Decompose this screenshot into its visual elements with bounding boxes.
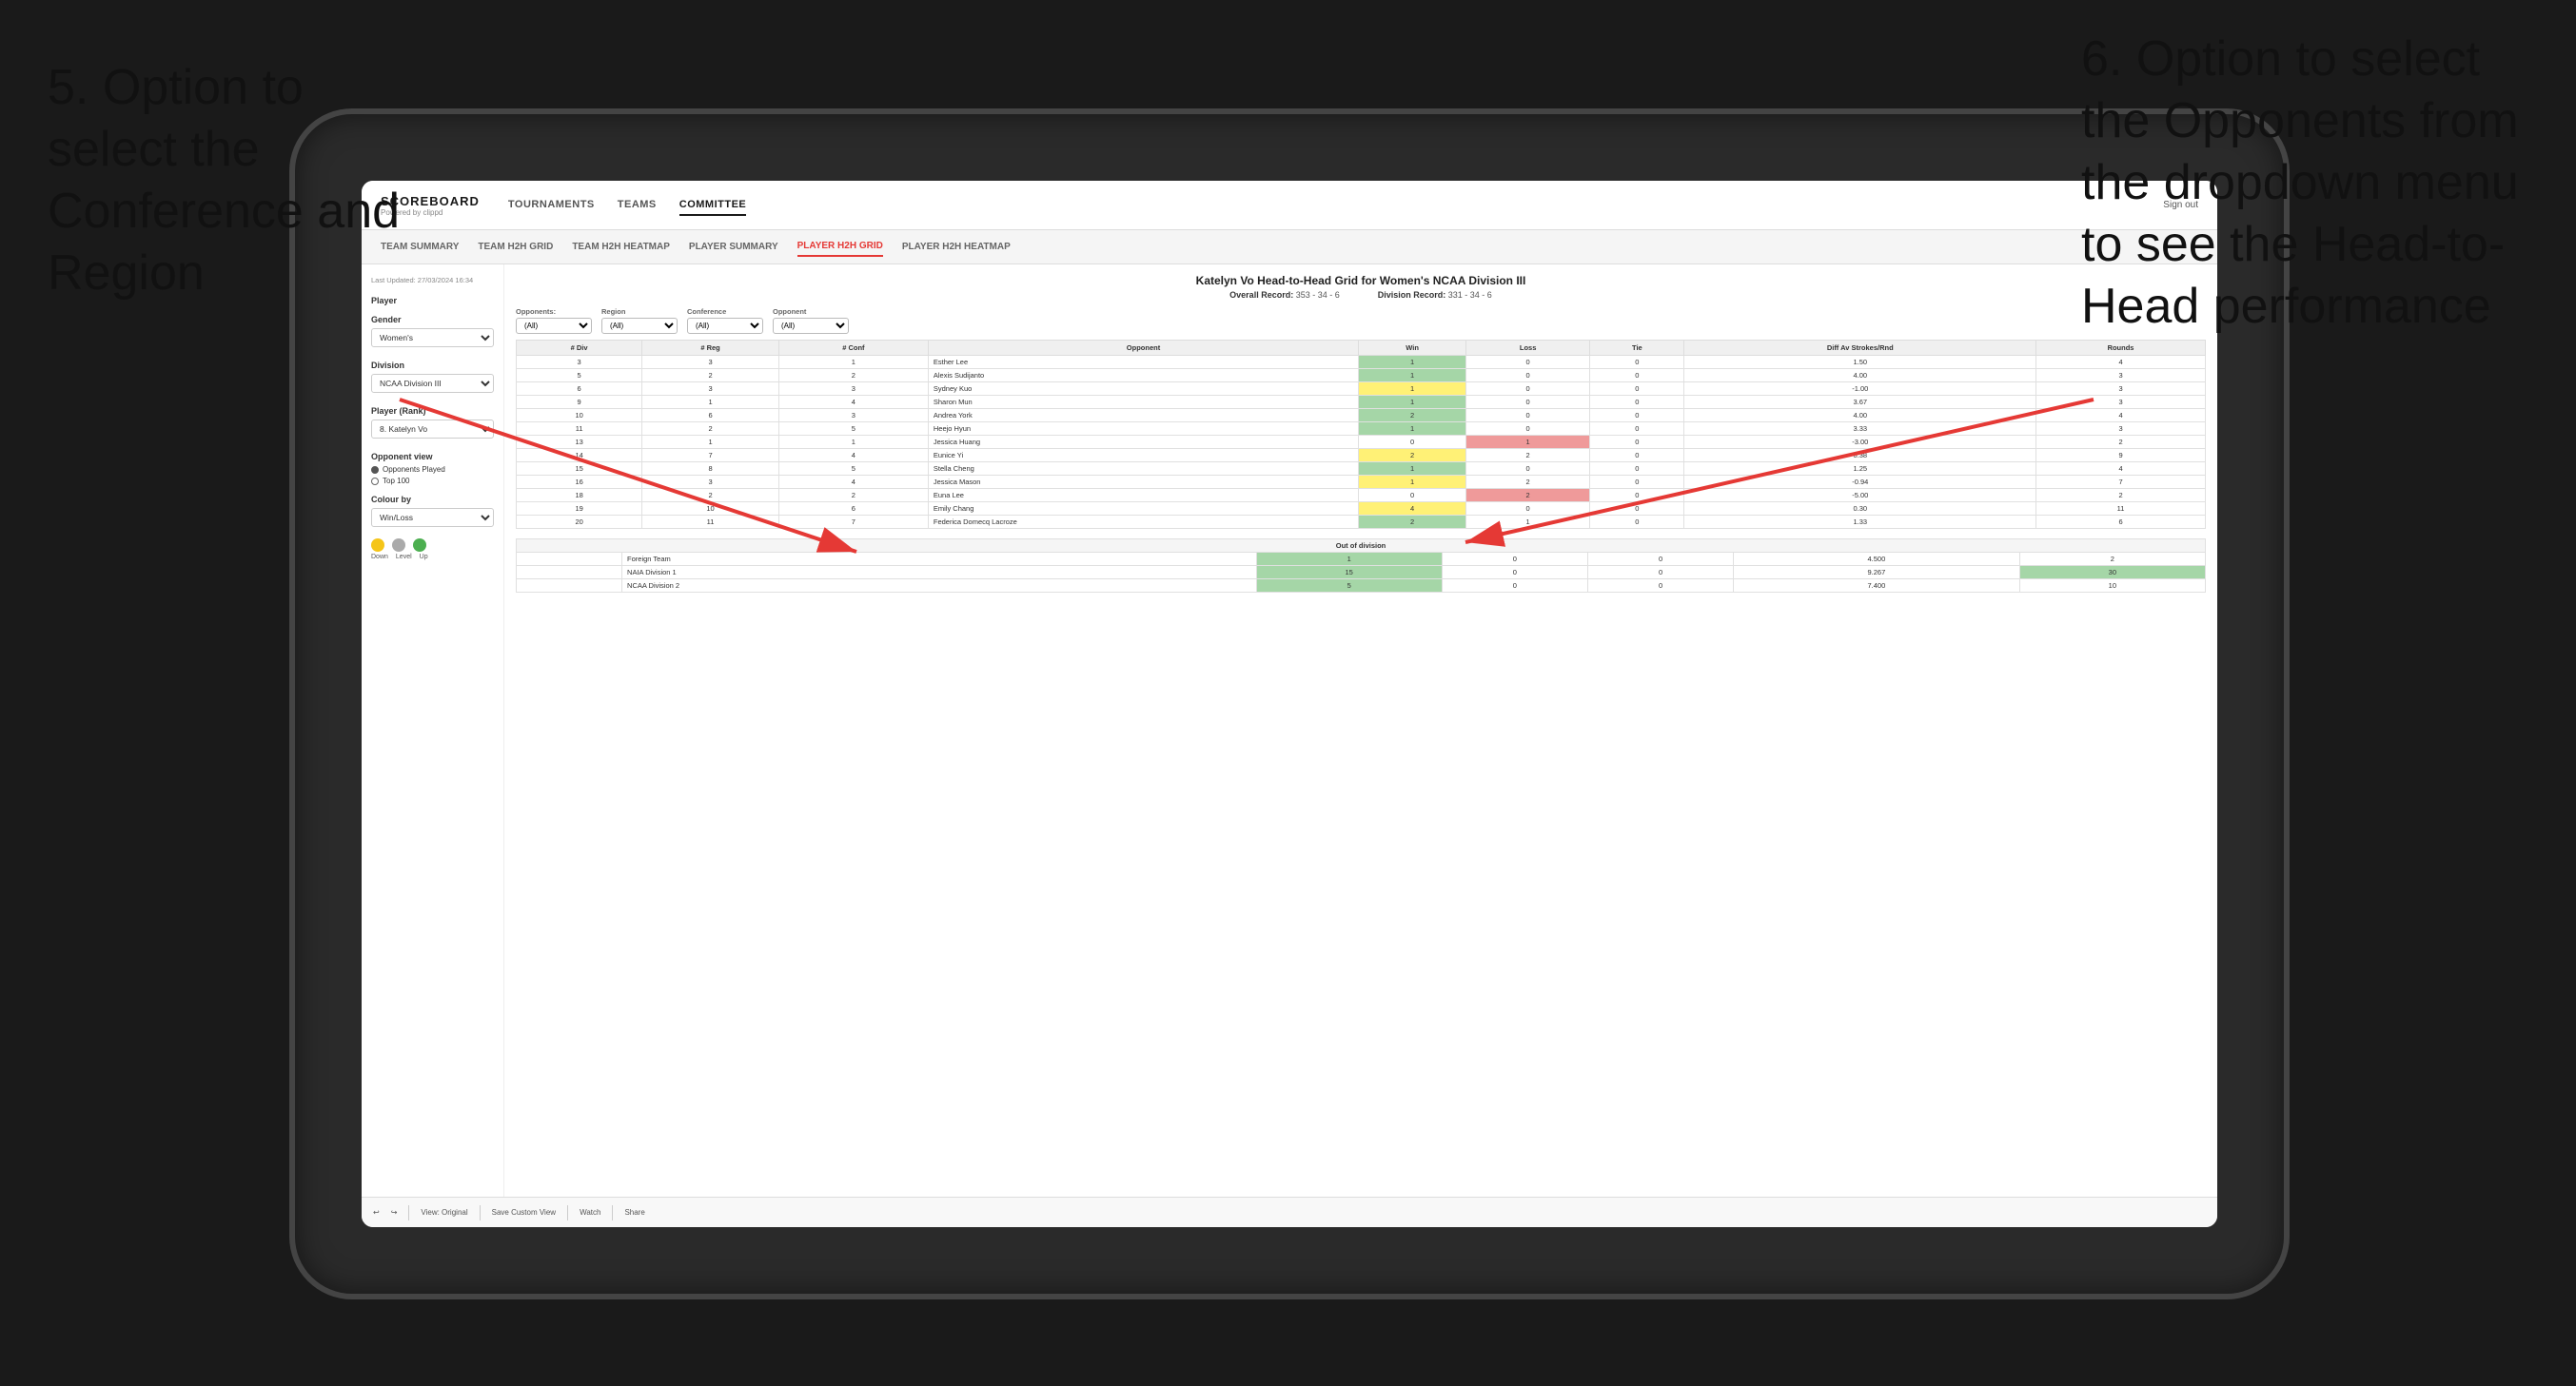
conference-filter-select[interactable]: (All): [687, 318, 763, 334]
h2h-table: # Div # Reg # Conf Opponent Win Loss Tie…: [516, 340, 2206, 529]
legend-up-dot: [413, 538, 426, 552]
subnav-player-summary[interactable]: PLAYER SUMMARY: [689, 238, 778, 256]
legend-level-dot: [392, 538, 405, 552]
sub-navigation: TEAM SUMMARY TEAM H2H GRID TEAM H2H HEAT…: [362, 230, 2217, 264]
tablet-screen: SCOREBOARD Powered by clippd TOURNAMENTS…: [362, 181, 2217, 1227]
out-of-division-section: Out of division Foreign Team 1 0 0 4.500…: [516, 538, 2206, 593]
table-row: 5 2 2 Alexis Sudijanto 1 0 0 4.00 3: [517, 369, 2206, 382]
gender-dropdown[interactable]: Women's: [371, 328, 494, 347]
nav-links: TOURNAMENTS TEAMS COMMITTEE: [508, 195, 2163, 216]
table-row: 20 11 7 Federica Domecq Lacroze 2 1 0 1.…: [517, 516, 2206, 529]
region-filter-label: Region: [601, 307, 678, 316]
sidebar: Last Updated: 27/03/2024 16:34 Player Ge…: [362, 264, 504, 1197]
annotation-5: 5. Option to select the Conference and R…: [48, 57, 409, 304]
col-tie: Tie: [1590, 341, 1684, 356]
toolbar-sep-1: [408, 1205, 409, 1220]
opponent-filter-label: Opponent: [773, 307, 849, 316]
out-of-div-row-2: NAIA Division 1 15 0 0 9.267 30: [517, 566, 2206, 579]
nav-committee[interactable]: COMMITTEE: [679, 195, 747, 216]
col-loss: Loss: [1465, 341, 1589, 356]
table-row: 3 3 1 Esther Lee 1 0 0 1.50 4: [517, 356, 2206, 369]
undo-btn[interactable]: ↩: [373, 1208, 380, 1217]
opponents-filter-select[interactable]: (All): [516, 318, 592, 334]
out-of-division-header: Out of division: [517, 539, 2206, 553]
tablet-device: SCOREBOARD Powered by clippd TOURNAMENTS…: [295, 114, 2284, 1294]
col-rounds: Rounds: [2036, 341, 2206, 356]
overall-record: Overall Record: 353 - 34 - 6: [1229, 290, 1340, 300]
col-conf: # Conf: [778, 341, 928, 356]
col-div: # Div: [517, 341, 642, 356]
player-rank-label: Player (Rank): [371, 406, 494, 416]
table-row: 13 1 1 Jessica Huang 0 1 0 -3.00 2: [517, 436, 2206, 449]
nav-teams[interactable]: TEAMS: [618, 195, 657, 216]
col-opponent: Opponent: [928, 341, 1358, 356]
conference-filter-label: Conference: [687, 307, 763, 316]
radio-dot-top100: [371, 478, 379, 485]
opponents-filter-label: Opponents:: [516, 307, 592, 316]
filter-opponent-group: Opponent (All): [773, 307, 849, 334]
out-of-div-row-3: NCAA Division 2 5 0 0 7.400 10: [517, 579, 2206, 593]
filter-opponents-group: Opponents: (All): [516, 307, 592, 334]
annotation-6: 6. Option to select the Opponents from t…: [2081, 29, 2547, 338]
table-row: 18 2 2 Euna Lee 0 2 0 -5.00 2: [517, 489, 2206, 502]
redo-btn[interactable]: ↪: [391, 1208, 398, 1217]
legend-down-dot: [371, 538, 384, 552]
nav-tournaments[interactable]: TOURNAMENTS: [508, 195, 595, 216]
main-content: Last Updated: 27/03/2024 16:34 Player Ge…: [362, 264, 2217, 1197]
grid-title: Katelyn Vo Head-to-Head Grid for Women's…: [516, 274, 2206, 287]
filter-row: Opponents: (All) Region (All) Conference: [516, 307, 2206, 334]
view-original-btn[interactable]: View: Original: [421, 1208, 467, 1217]
out-of-division-table: Out of division Foreign Team 1 0 0 4.500…: [516, 538, 2206, 593]
grid-records: Overall Record: 353 - 34 - 6 Division Re…: [516, 290, 2206, 300]
opp-played-option[interactable]: Opponents Played: [371, 465, 494, 474]
col-reg: # Reg: [642, 341, 779, 356]
colour-dropdown[interactable]: Win/Loss: [371, 508, 494, 527]
gender-label: Gender: [371, 315, 494, 324]
table-row: 19 10 6 Emily Chang 4 0 0 0.30 11: [517, 502, 2206, 516]
out-of-div-row-1: Foreign Team 1 0 0 4.500 2: [517, 553, 2206, 566]
radio-dot-played: [371, 466, 379, 474]
division-record: Division Record: 331 - 34 - 6: [1378, 290, 1492, 300]
subnav-team-h2h-heatmap[interactable]: TEAM H2H HEATMAP: [572, 238, 670, 256]
opponent-view-options: Opponents Played Top 100: [371, 465, 494, 485]
colour-legend: [371, 538, 494, 552]
opponent-view-label: Opponent view: [371, 452, 494, 461]
region-filter-select[interactable]: (All): [601, 318, 678, 334]
toolbar-sep-2: [480, 1205, 481, 1220]
toolbar-sep-4: [612, 1205, 613, 1220]
division-label: Division: [371, 361, 494, 370]
opp-top100-option[interactable]: Top 100: [371, 477, 494, 485]
filter-region-group: Region (All): [601, 307, 678, 334]
table-row: 16 3 4 Jessica Mason 1 2 0 -0.94 7: [517, 476, 2206, 489]
table-header-row: # Div # Reg # Conf Opponent Win Loss Tie…: [517, 341, 2206, 356]
top-navigation: SCOREBOARD Powered by clippd TOURNAMENTS…: [362, 181, 2217, 230]
grid-area: Katelyn Vo Head-to-Head Grid for Women's…: [504, 264, 2217, 1197]
table-row: 9 1 4 Sharon Mun 1 0 0 3.67 3: [517, 396, 2206, 409]
col-win: Win: [1359, 341, 1466, 356]
filter-conference-group: Conference (All): [687, 307, 763, 334]
subnav-player-h2h-grid[interactable]: PLAYER H2H GRID: [797, 237, 883, 257]
opponent-filter-select[interactable]: (All): [773, 318, 849, 334]
table-row: 11 2 5 Heejo Hyun 1 0 0 3.33 3: [517, 422, 2206, 436]
table-row: 14 7 4 Eunice Yi 2 2 0 0.38 9: [517, 449, 2206, 462]
col-diff: Diff Av Strokes/Rnd: [1684, 341, 2036, 356]
save-custom-btn[interactable]: Save Custom View: [492, 1208, 556, 1217]
player-rank-dropdown[interactable]: 8. Katelyn Vo: [371, 420, 494, 439]
toolbar-sep-3: [567, 1205, 568, 1220]
subnav-team-h2h-grid[interactable]: TEAM H2H GRID: [478, 238, 553, 256]
bottom-toolbar: ↩ ↪ View: Original Save Custom View Watc…: [362, 1197, 2217, 1227]
division-dropdown[interactable]: NCAA Division III: [371, 374, 494, 393]
subnav-player-h2h-heatmap[interactable]: PLAYER H2H HEATMAP: [902, 238, 1011, 256]
colour-legend-labels: Down Level Up: [371, 554, 494, 560]
table-body: 3 3 1 Esther Lee 1 0 0 1.50 4 5 2 2 Alex…: [517, 356, 2206, 529]
colour-label: Colour by: [371, 495, 494, 504]
share-btn[interactable]: Share: [624, 1208, 644, 1217]
table-row: 15 8 5 Stella Cheng 1 0 0 1.25 4: [517, 462, 2206, 476]
table-row: 10 6 3 Andrea York 2 0 0 4.00 4: [517, 409, 2206, 422]
table-row: 6 3 3 Sydney Kuo 1 0 0 -1.00 3: [517, 382, 2206, 396]
watch-btn[interactable]: Watch: [580, 1208, 600, 1217]
